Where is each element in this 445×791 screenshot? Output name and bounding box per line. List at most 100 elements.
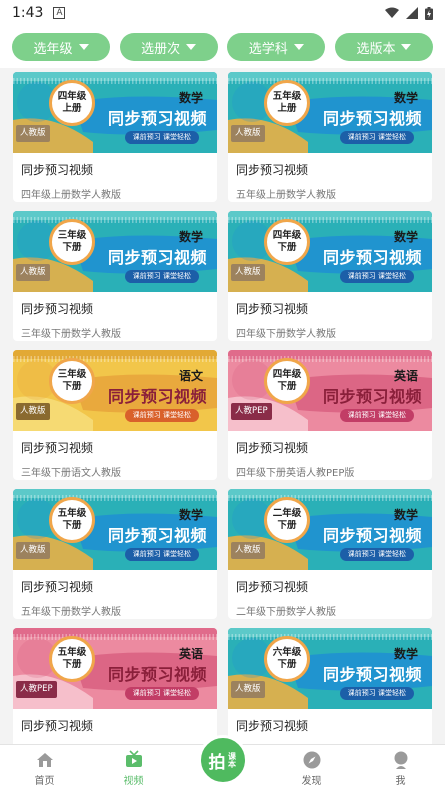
video-thumbnail[interactable]: 五年级 下册 人教PEP 英语 同步预习视频 课前预习 课堂轻松 (13, 628, 217, 709)
compass-icon (303, 751, 320, 769)
card-title: 同步预习视频 (21, 441, 94, 455)
volume-text: 下册 (277, 659, 297, 670)
edition-tag: 人教PEP (231, 403, 272, 420)
video-card[interactable]: 四年级 下册 人教版 数学 同步预习视频 课前预习 课堂轻松 同步预习视频 四年级下册数学人教… (228, 211, 432, 341)
subject-label: 语文 (178, 369, 203, 383)
thumbnail-headline: 同步预习视频 (107, 248, 207, 267)
edition-tag: 人教版 (16, 125, 50, 142)
video-card[interactable]: 二年级 下册 人教版 数学 同步预习视频 课前预习 课堂轻松 同步预习视频 二年级下册数学人教… (228, 489, 432, 619)
tab-discover-label: 发现 (301, 776, 322, 787)
thumbnail-headline: 同步预习视频 (322, 387, 422, 406)
volume-text: 下册 (62, 659, 82, 670)
tab-video-label: 视频 (123, 776, 144, 787)
grade-text: 六年级 (272, 647, 302, 658)
video-thumbnail[interactable]: 四年级 上册 人教版 数学 同步预习视频 课前预习 课堂轻松 (13, 72, 217, 153)
video-card[interactable]: 五年级下册人教PEP英语同步预习视频课前预习 课堂轻松同步预习视频五年级下册英语… (13, 628, 217, 744)
grade-badge: 四年级 下册 (264, 358, 310, 404)
card-title: 同步预习视频 (236, 719, 309, 733)
video-thumbnail[interactable]: 四年级 下册 人教PEP 英语 同步预习视频 课前预习 课堂轻松 (228, 350, 432, 431)
user-icon (394, 751, 407, 769)
thumbnail-headline: 同步预习视频 (322, 526, 422, 545)
thumbnail-headline: 同步预习视频 (107, 526, 207, 545)
edition-tag: 人教版 (231, 125, 265, 142)
video-thumbnail[interactable]: 四年级 下册 人教版 数学 同步预习视频 课前预习 课堂轻松 (228, 211, 432, 292)
thumbnail-headline: 同步预习视频 (322, 248, 422, 267)
video-thumbnail[interactable]: 六年级 下册 人教版 数学 同步预习视频 课前预习 课堂轻松 (228, 628, 432, 709)
bottom-tab-bar: 首页 视频 发现 我 拍课本 (0, 735, 445, 791)
grade-text: 四年级 (272, 369, 302, 380)
caret-down-icon (186, 44, 197, 50)
grade-badge: 五年级 上册 (264, 80, 310, 126)
thumbnail-tagline: 课前预习 课堂轻松 (124, 131, 199, 144)
thumbnail-tagline: 课前预习 课堂轻松 (339, 548, 414, 561)
thumbnail-tagline: 课前预习 课堂轻松 (339, 131, 414, 144)
edition-tag: 人教版 (231, 681, 265, 698)
thumbnail-headline: 同步预习视频 (107, 665, 207, 684)
grade-badge: 三年级 下册 (49, 358, 95, 404)
card-title: 同步预习视频 (236, 580, 309, 594)
filter-subject-button[interactable]: 选学科 (227, 33, 326, 61)
filter-edition-button[interactable]: 选版本 (334, 33, 433, 61)
notification-app-icon: A (53, 7, 66, 19)
tab-me[interactable]: 我 (356, 745, 445, 791)
card-title: 同步预习视频 (21, 719, 94, 733)
grade-badge: 五年级 下册 (49, 497, 95, 543)
volume-text: 下册 (277, 381, 297, 392)
video-thumbnail[interactable]: 五年级 上册 人教版 数学 同步预习视频 课前预习 课堂轻松 (228, 72, 432, 153)
video-card[interactable]: 五年级 上册 人教版 数学 同步预习视频 课前预习 课堂轻松 同步预习视频 五年级上册数学人教… (228, 72, 432, 202)
thumbnail-headline: 同步预习视频 (322, 109, 422, 128)
caret-down-icon (78, 44, 89, 50)
video-card[interactable]: 三年级 下册 人教版 语文 同步预习视频 课前预习 课堂轻松 同步预习视频 三年级下册语文人教… (13, 350, 217, 480)
wifi-icon (385, 7, 399, 18)
filter-grade-button[interactable]: 选年级 (12, 33, 110, 61)
thumbnail-headline: 同步预习视频 (322, 665, 422, 684)
caret-down-icon (293, 44, 304, 50)
edition-tag: 人教版 (16, 264, 50, 281)
scan-textbook-button[interactable]: 拍课本 (198, 735, 248, 785)
card-subtitle: 四年级下册英语人教PEP版 (236, 468, 355, 479)
thumbnail-tagline: 课前预习 课堂轻松 (124, 409, 199, 422)
video-thumbnail[interactable]: 五年级 下册 人教版 数学同步预习视频课前预习 课堂轻松 (13, 489, 217, 570)
grade-text: 三年级 (57, 230, 87, 241)
video-thumbnail[interactable]: 二年级 下册 人教版 数学 同步预习视频 课前预习 课堂轻松 (228, 489, 432, 570)
video-card[interactable]: 六年级下册人教版数学同步预习视频课前预习 课堂轻松同步预习视频六年级下册数学人教… (228, 628, 432, 744)
filter-label: 选册次 (141, 41, 181, 57)
grade-text: 四年级 (57, 91, 87, 102)
video-card[interactable]: 五年级 下册 人教版 数学同步预习视频课前预习 课堂轻松 同步预习视频 五年级下册 数学人教… (13, 489, 217, 619)
filter-bar: 选年级 选册次 选学科 选版本 (0, 26, 445, 68)
video-card[interactable]: 三年级 下册 人教版 数学 同步预习视频 课前预习 课堂轻松 同步预习视频 三年级下册数学人教… (13, 211, 217, 341)
subject-label: 数学 (178, 230, 203, 244)
volume-text: 下册 (62, 381, 82, 392)
subject-label: 数学 (393, 230, 418, 244)
video-thumbnail[interactable]: 三年级 下册 人教版 数学 同步预习视频 课前预习 课堂轻松 (13, 211, 217, 292)
thumbnail-headline: 同步预习视频 (107, 387, 207, 406)
thumbnail-tagline: 课前预习 课堂轻松 (124, 687, 199, 700)
subject-label: 英语 (178, 647, 203, 661)
grade-text: 四年级 (272, 230, 302, 241)
filter-volume-button[interactable]: 选册次 (119, 33, 218, 61)
video-thumbnail[interactable]: 三年级 下册 人教版 语文 同步预习视频 课前预习 课堂轻松 (13, 350, 217, 431)
grade-text: 五年级 (57, 508, 87, 519)
edition-tag: 人教版 (16, 542, 50, 559)
thumbnail-tagline: 课前预习 课堂轻松 (124, 548, 199, 561)
subject-label: 数学 (178, 508, 203, 522)
grade-badge: 四年级 下册 (264, 219, 310, 265)
video-card[interactable]: 四年级 下册 人教PEP 英语 同步预习视频 课前预习 课堂轻松 同步预习视频 四年级下册英语… (228, 350, 432, 480)
thumbnail-tagline: 课前预习 课堂轻松 (339, 409, 414, 422)
video-card[interactable]: 四年级 上册 人教版 数学 同步预习视频 课前预习 课堂轻松 同步预习视频 四年级上册数学人教… (13, 72, 217, 202)
volume-text: 下册 (277, 242, 297, 253)
volume-text: 下册 (277, 520, 297, 531)
tab-me-label: 我 (395, 776, 406, 787)
edition-tag: 人教版 (231, 264, 265, 281)
tv-icon (125, 750, 142, 767)
tab-home[interactable]: 首页 (0, 745, 89, 791)
status-time: 1:43 (12, 5, 44, 21)
tab-discover[interactable]: 发现 (267, 745, 356, 791)
scan-button-label: 拍 (208, 752, 226, 773)
grade-text: 三年级 (57, 369, 87, 380)
grade-text: 五年级 (57, 647, 87, 658)
grade-text: 二年级 (272, 508, 302, 519)
card-subtitle: 六年级下册数学人教版 (228, 734, 432, 744)
tab-video[interactable]: 视频 (89, 745, 178, 791)
card-subtitle: 五年级下册英语人教PEP版 (13, 734, 217, 744)
